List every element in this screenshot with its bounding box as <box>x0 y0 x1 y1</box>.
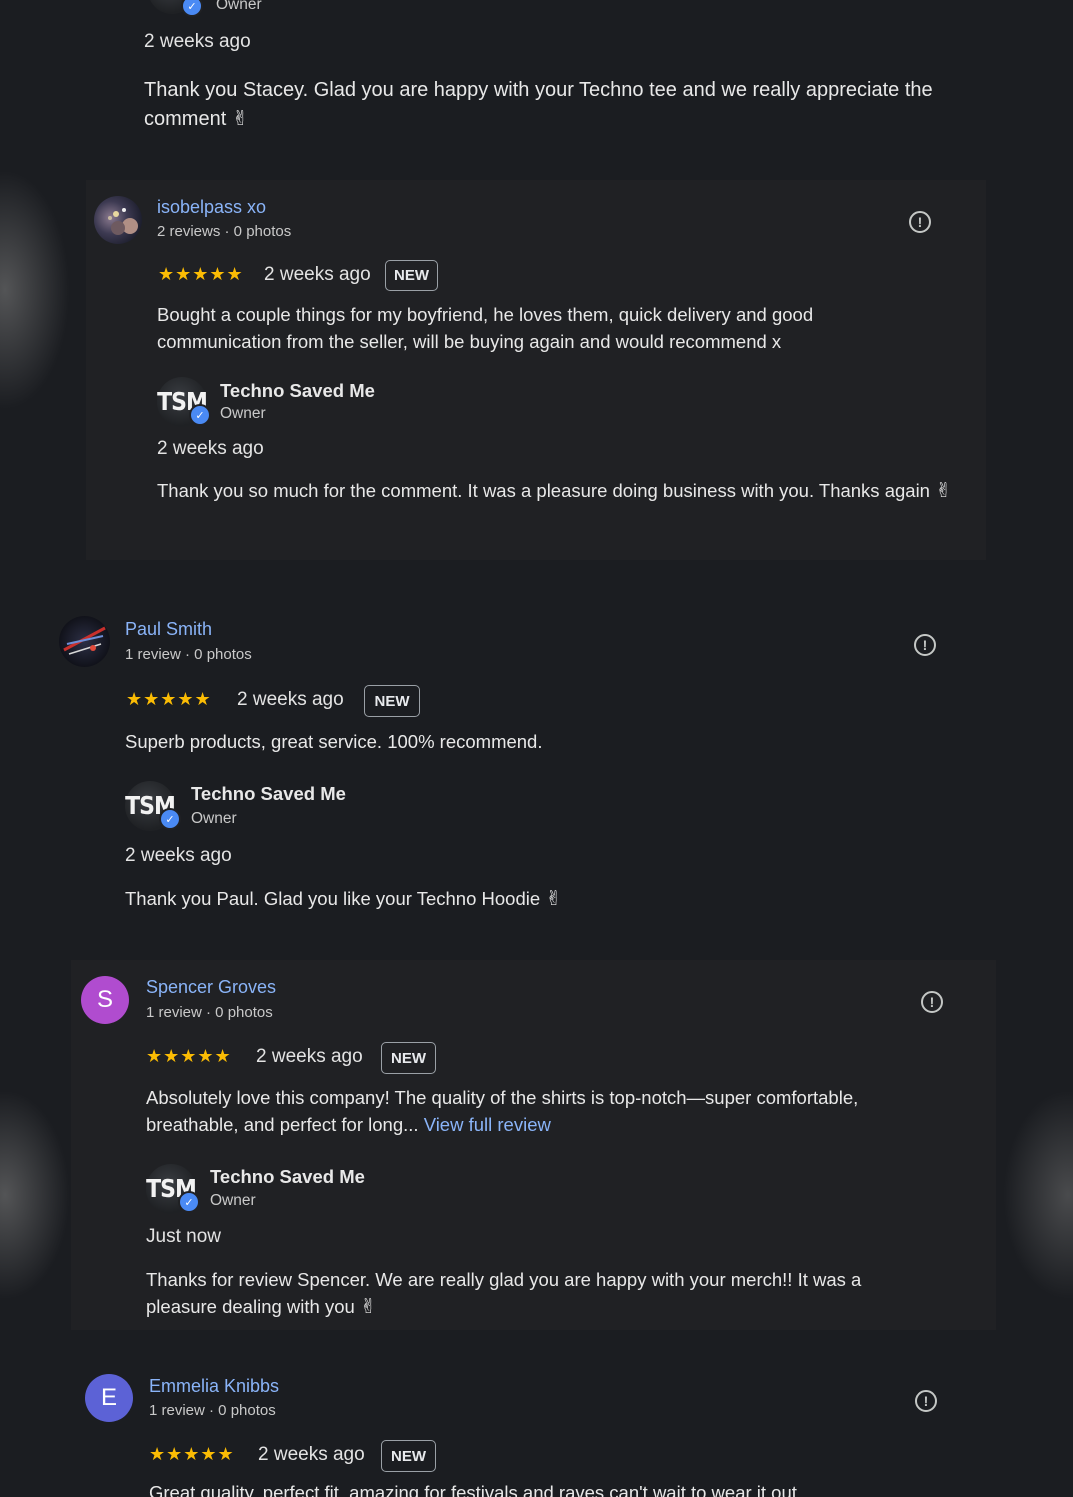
reviewer-name[interactable]: isobelpass xo <box>157 197 266 218</box>
reply-time: Just now <box>146 1226 221 1247</box>
reply-text: Thank you Stacey. Glad you are happy wit… <box>144 79 933 130</box>
owner-role: Owner <box>191 810 237 827</box>
owner-name: Techno Saved Me <box>220 380 375 401</box>
reply-time: 2 weeks ago <box>144 31 251 52</box>
avatar-photo-image <box>63 626 106 655</box>
new-badge: NEW <box>364 685 420 717</box>
reviewer-meta: 1 review · 0 photos <box>125 646 252 663</box>
reviewer-meta: 1 review · 0 photos <box>146 1004 273 1021</box>
verified-check-icon: ✓ <box>178 1191 200 1213</box>
review-time: 2 weeks ago <box>256 1046 363 1067</box>
reviews-page: TSM ✓ Owner 2 weeks ago Thank you Stacey… <box>0 0 1073 1497</box>
report-icon[interactable]: ! <box>914 634 936 656</box>
edge-shadow-left-lower <box>0 1090 70 1300</box>
view-full-review-link[interactable]: View full review <box>424 1114 551 1135</box>
avatar-photo-image <box>108 208 138 235</box>
star-rating: ★★★★★ <box>158 264 244 284</box>
report-icon[interactable]: ! <box>921 991 943 1013</box>
verified-check-icon: ✓ <box>159 808 181 830</box>
owner-role: Owner <box>220 405 266 422</box>
new-badge: NEW <box>381 1042 436 1074</box>
verified-check-icon: ✓ <box>181 0 203 17</box>
edge-shadow-left <box>0 170 70 410</box>
avatar[interactable] <box>59 616 110 667</box>
star-rating: ★★★★★ <box>146 1046 232 1066</box>
new-badge: NEW <box>385 260 438 291</box>
verified-check-icon: ✓ <box>189 404 211 426</box>
owner-name: Techno Saved Me <box>191 783 346 804</box>
avatar[interactable] <box>94 196 142 244</box>
star-rating: ★★★★★ <box>149 1444 235 1464</box>
report-icon[interactable]: ! <box>909 211 931 233</box>
owner-name: Techno Saved Me <box>210 1166 365 1187</box>
review-text: Superb products, great service. 100% rec… <box>125 731 543 752</box>
reviewer-name[interactable]: Spencer Groves <box>146 977 276 998</box>
review-time: 2 weeks ago <box>237 689 344 710</box>
review-text: Bought a couple things for my boyfriend,… <box>157 304 814 352</box>
reply-text: Thanks for review Spencer. We are really… <box>146 1269 862 1318</box>
star-rating: ★★★★★ <box>126 689 212 709</box>
reply-text: Thank you Paul. Glad you like your Techn… <box>125 888 563 910</box>
avatar[interactable]: E <box>85 1374 133 1422</box>
reviewer-name[interactable]: Paul Smith <box>125 619 212 640</box>
review-time: 2 weeks ago <box>264 264 371 285</box>
reviewer-meta: 1 review · 0 photos <box>149 1402 276 1419</box>
review-time: 2 weeks ago <box>258 1444 365 1465</box>
owner-role: Owner <box>210 1192 256 1209</box>
reviewer-name[interactable]: Emmelia Knibbs <box>149 1376 279 1397</box>
reply-time: 2 weeks ago <box>125 845 232 866</box>
reply-time: 2 weeks ago <box>157 438 264 459</box>
report-icon[interactable]: ! <box>915 1390 937 1412</box>
review-text: Absolutely love this company! The qualit… <box>146 1087 859 1135</box>
review-text: Great quality, perfect fit, amazing for … <box>149 1482 797 1497</box>
owner-role: Owner <box>216 0 262 13</box>
avatar[interactable]: S <box>81 976 129 1024</box>
new-badge: NEW <box>381 1440 436 1472</box>
edge-shadow-right <box>1003 1090 1073 1300</box>
reviewer-meta: 2 reviews · 0 photos <box>157 223 292 240</box>
reply-text: Thank you so much for the comment. It wa… <box>157 480 952 502</box>
